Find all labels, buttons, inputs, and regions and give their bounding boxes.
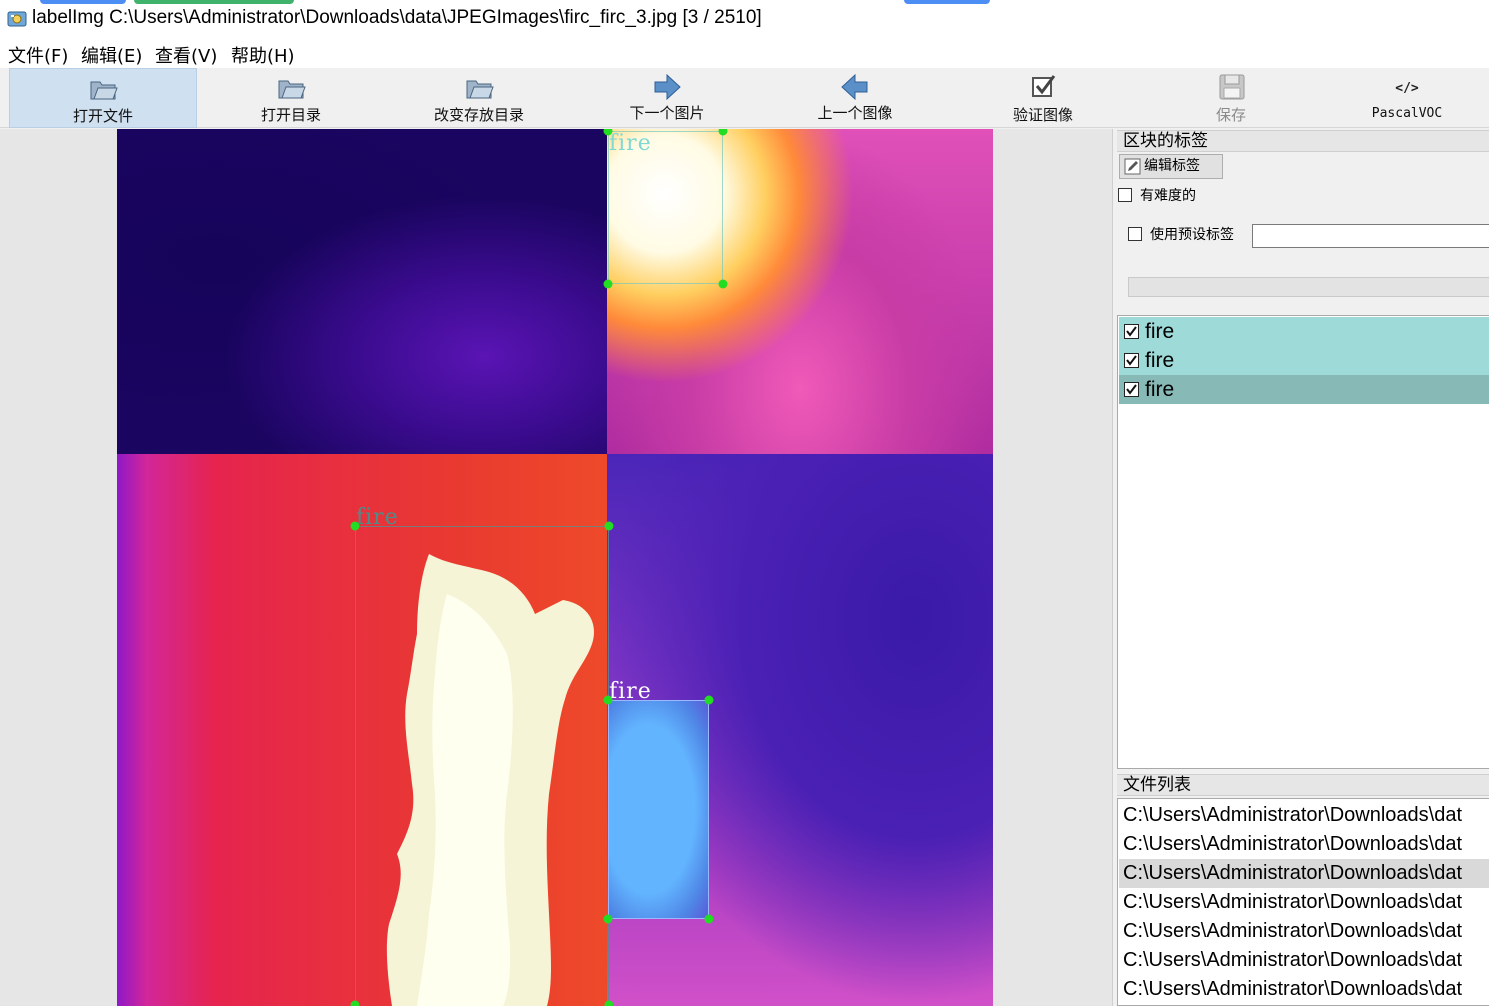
toolbar: 打开文件 打开目录 改变存放目录 下一个图片 上一个图像 验证图像 保存 </>… [0,68,1489,128]
box-handle[interactable] [603,695,613,705]
box-handle[interactable] [350,521,360,531]
box-handle[interactable] [604,1000,614,1006]
annotation-box[interactable] [355,526,609,1006]
box-handle[interactable] [603,279,613,289]
open-dir-button[interactable]: 打开目录 [197,68,385,128]
file-list-item[interactable]: C:\Users\Administrator\Downloads\dat [1119,888,1489,917]
arrow-left-icon [841,73,868,101]
use-default-label-checkbox[interactable] [1128,227,1142,241]
file-list-item[interactable]: C:\Users\Administrator\Downloads\dat [1119,801,1489,830]
edit-label-text: 编辑标签 [1144,158,1200,174]
difficult-checkbox[interactable] [1118,188,1132,202]
file-list-title: 文件列表 [1117,774,1489,796]
annotation-label: fire [356,505,399,530]
arrow-right-icon [654,73,681,101]
change-save-dir-button[interactable]: 改变存放目录 [385,68,573,128]
verify-image-label: 验证图像 [1012,106,1073,124]
file-list-item[interactable]: C:\Users\Administrator\Downloads\dat [1119,975,1489,1004]
format-toggle-button[interactable]: </> PascalVOC [1325,68,1489,128]
open-folder-icon [466,80,494,99]
edit-pencil-icon [1124,158,1141,175]
box-labels-title: 区块的标签 [1117,130,1489,152]
svg-text:</>: </> [1395,81,1419,96]
open-file-label: 打开文件 [72,107,133,125]
menu-view[interactable]: 查看(V) [155,42,217,68]
verify-image-button[interactable]: 验证图像 [949,68,1137,128]
format-label: PascalVOC [1371,106,1443,121]
difficult-checkbox-row[interactable]: 有难度的 [1118,188,1196,204]
label-list-item-selected[interactable]: fire [1119,375,1489,404]
open-dir-label: 打开目录 [260,106,321,124]
label-checkbox[interactable] [1124,353,1139,368]
save-button[interactable]: 保存 [1137,68,1325,128]
box-handle[interactable] [603,914,613,924]
menu-help[interactable]: 帮助(H) [231,42,295,68]
verify-check-icon [1032,75,1056,97]
open-folder-icon [278,80,306,99]
title-bar: labelImg C:\Users\Administrator\Download… [0,0,1489,38]
box-handle[interactable] [350,1000,360,1006]
change-save-dir-label: 改变存放目录 [433,106,524,124]
taskbar-decoration [40,0,126,4]
box-handle[interactable] [704,695,714,705]
label-list-item[interactable]: fire [1119,346,1489,375]
default-label-input[interactable] [1252,224,1489,248]
edit-label-button[interactable]: 编辑标签 [1119,154,1223,179]
file-list-item[interactable]: C:\Users\Administrator\Downloads\dat [1119,917,1489,946]
save-label: 保存 [1215,106,1246,124]
next-image-label: 下一个图片 [629,104,705,122]
file-list-item[interactable]: C:\Users\Administrator\Downloads\dat [1119,946,1489,975]
menu-file[interactable]: 文件(F) [8,42,68,68]
label-checkbox[interactable] [1124,324,1139,339]
file-list-item-current[interactable]: C:\Users\Administrator\Downloads\dat [1119,859,1489,888]
difficult-label: 有难度的 [1140,188,1196,204]
menu-edit[interactable]: 编辑(E) [81,42,142,68]
file-list[interactable]: C:\Users\Administrator\Downloads\dat C:\… [1117,798,1489,1006]
box-handle[interactable] [704,914,714,924]
menu-bar: 文件(F) 编辑(E) 查看(V) 帮助(H) [0,38,1489,68]
save-disk-icon [1219,74,1245,100]
label-item-text: fire [1145,349,1175,372]
app-icon [7,11,27,27]
image-quadrant [117,129,607,454]
label-filter-combo[interactable] [1128,277,1489,297]
open-folder-icon [90,81,118,100]
taskbar-decoration [904,0,990,4]
right-panel: 区块的标签 编辑标签 有难度的 使用预设标签 fire fire fire 文件… [1112,129,1489,1006]
window-title: labelImg C:\Users\Administrator\Download… [32,7,762,28]
code-tag-icon: </> [1395,81,1419,96]
box-handle[interactable] [718,279,728,289]
image-canvas[interactable]: fire fire fire [0,129,1112,1006]
open-file-button[interactable]: 打开文件 [9,68,197,128]
label-checkbox[interactable] [1124,382,1139,397]
file-list-item[interactable]: C:\Users\Administrator\Downloads\dat [1119,830,1489,859]
annotation-label: fire [609,679,652,704]
use-default-label-row[interactable]: 使用预设标签 [1128,227,1234,243]
taskbar-decoration [134,0,294,4]
next-image-button[interactable]: 下一个图片 [573,68,761,128]
label-list-item[interactable]: fire [1119,317,1489,346]
prev-image-label: 上一个图像 [817,104,893,122]
annotation-box-selected[interactable] [608,700,709,919]
annotation-label: fire [609,131,652,156]
use-default-label-text: 使用预设标签 [1150,227,1234,243]
label-list[interactable]: fire fire fire [1117,315,1489,769]
prev-image-button[interactable]: 上一个图像 [761,68,949,128]
label-item-text: fire [1145,378,1175,401]
label-item-text: fire [1145,320,1175,343]
box-handle[interactable] [604,521,614,531]
